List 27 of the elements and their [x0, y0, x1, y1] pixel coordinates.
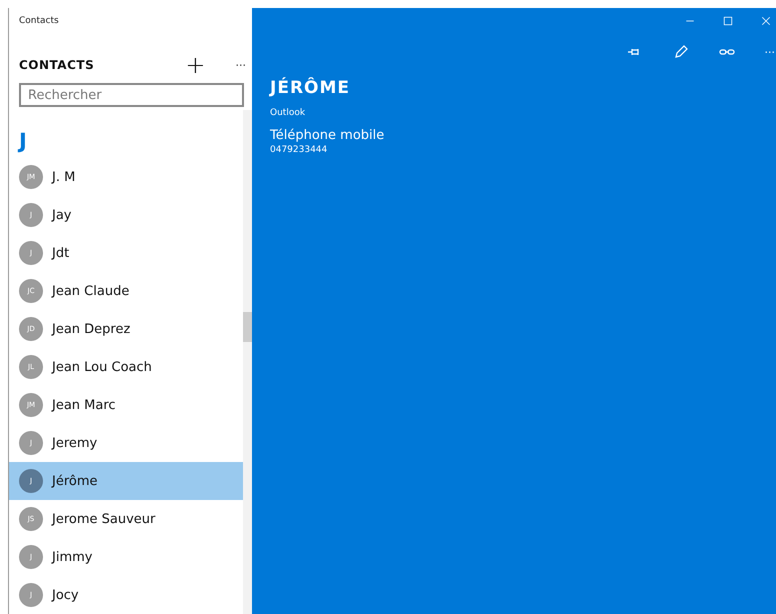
scrollbar-thumb[interactable]	[243, 312, 252, 342]
add-button[interactable]: +	[185, 53, 206, 78]
contact-name: Jimmy	[52, 550, 92, 565]
contact-name: Jeremy	[52, 436, 98, 451]
maximize-icon[interactable]	[723, 16, 733, 26]
contact-name: Jean Lou Coach	[52, 360, 152, 375]
contacts-heading: CONTACTS	[19, 58, 96, 72]
contact-name: Jean Claude	[52, 284, 130, 299]
contact-title: JÉRÔME	[270, 78, 352, 98]
contact-name: Jocy	[52, 588, 79, 603]
account-source: Outlook	[270, 108, 306, 118]
contact-name: Jay	[52, 208, 72, 223]
search-field[interactable]: Rechercher	[19, 83, 244, 108]
phone-label: Téléphone mobile	[270, 128, 386, 143]
contact-name: Jean Deprez	[52, 322, 130, 337]
contact-name: Jean Marc	[52, 398, 116, 413]
pencil-icon[interactable]	[672, 44, 688, 60]
more-button[interactable]: ···	[764, 46, 775, 58]
window-title: Contacts	[18, 15, 60, 28]
group-letter: J	[16, 128, 28, 156]
phone-number: 0479233444	[270, 145, 328, 155]
contact-name: J. M	[52, 170, 76, 185]
close-icon[interactable]	[761, 16, 771, 26]
contact-name: Jerome Sauveur	[52, 512, 156, 527]
more-button[interactable]: ···	[236, 58, 246, 72]
contact-name: Jdt	[52, 246, 70, 261]
contact-name: Jérôme	[52, 474, 98, 489]
